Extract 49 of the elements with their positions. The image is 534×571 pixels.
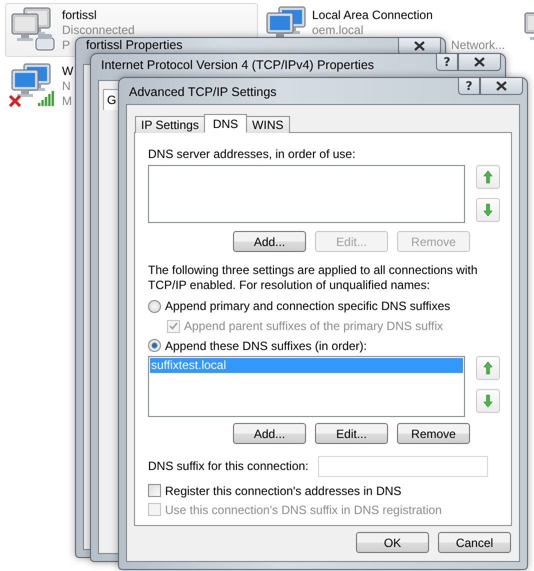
server-button[interactable]: Add... (233, 231, 306, 252)
tab[interactable]: DNS (204, 114, 248, 133)
dialog-button[interactable]: OK (356, 532, 429, 553)
connection-detail: N (62, 79, 71, 94)
connection-detail: Network... (450, 38, 505, 53)
dialog-button[interactable]: Cancel (438, 532, 511, 553)
move-down-button[interactable] (476, 198, 500, 222)
connection-name: Local Area Connection (312, 8, 433, 23)
close-button[interactable] (458, 54, 501, 71)
tab[interactable]: IP Settings (135, 116, 205, 133)
help-button[interactable]: ? (458, 78, 480, 95)
move-down-button[interactable] (476, 389, 500, 414)
close-icon (474, 57, 485, 67)
up-arrow-icon (483, 361, 493, 376)
suffix-button[interactable]: Edit... (315, 423, 388, 444)
move-up-button[interactable] (476, 356, 500, 380)
option-label: Use this connection's DNS suffix in DNS registration (165, 502, 442, 517)
section-label: DNS server addresses, in order of use: (148, 147, 356, 162)
option-label: Append primary and connection specific DNS suffixes (165, 299, 450, 314)
connection-name: fortissl (62, 8, 97, 23)
move-up-button[interactable] (476, 165, 500, 189)
connection-detail: P (62, 38, 70, 53)
close-icon (496, 81, 507, 91)
connection-detail: M (62, 94, 72, 109)
window-title: Advanced TCP/IP Settings (128, 84, 277, 99)
option-label: Append parent suffixes of the primary DNS suffix (184, 319, 444, 334)
connection-detail: oem.local (312, 23, 364, 38)
connection-detail: Disconnected (62, 23, 135, 38)
window-title: fortissl Properties (85, 38, 183, 52)
option-label: Append these DNS suffixes (in order): (165, 338, 367, 353)
radio-button[interactable] (148, 339, 161, 352)
field-label: DNS suffix for this connection: (148, 459, 309, 474)
checkbox[interactable] (148, 484, 161, 498)
suffix-button[interactable]: Add... (233, 423, 306, 444)
help-button[interactable]: ? (436, 54, 458, 71)
input-field[interactable] (318, 456, 488, 478)
info-text: The following three settings are applied to all connections with TCP/IP enabled. For resolution of unqualified names: (148, 263, 479, 293)
server-list[interactable] (148, 165, 465, 223)
option-label: Register this connection's addresses in DNS (165, 484, 402, 498)
suffix-button[interactable]: Remove (397, 423, 470, 444)
radio-button[interactable] (148, 300, 161, 313)
window-title: Internet Protocol Version 4 (TCP/IPv4) Properties (100, 57, 374, 72)
connection-name: W (62, 64, 74, 79)
up-arrow-icon (483, 170, 493, 184)
down-arrow-icon (483, 203, 493, 217)
tab[interactable]: WINS (246, 116, 290, 133)
down-arrow-icon (483, 394, 493, 408)
close-icon (414, 41, 425, 51)
close-button[interactable] (480, 78, 523, 95)
